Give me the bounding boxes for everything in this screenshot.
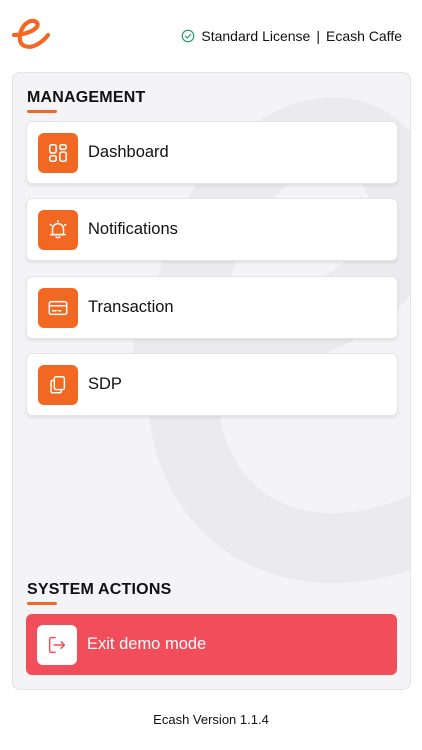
sdp-icon-box [38,364,78,405]
system-actions-section-title: SYSTEM ACTIONS [27,581,171,605]
store-name: Ecash Caffe [325,28,402,44]
exit-icon [48,636,66,653]
exit-icon-box [37,624,77,665]
menu-item-notifications[interactable]: Notifications [26,198,398,261]
management-title-text: MANAGEMENT [27,89,146,106]
menu-screen: Standard License | Ecash Caffe MANAGEMEN… [0,0,422,750]
management-title-underline [27,110,57,113]
menu-item-sdp[interactable]: SDP [26,353,398,416]
ecash-logo-icon [11,18,51,49]
notifications-icon-box [38,209,78,250]
system-actions-title-text: SYSTEM ACTIONS [27,581,172,598]
app-version: Ecash Version 1.1.4 [153,712,269,727]
dashboard-grid-icon [48,143,68,162]
copy-documents-icon [50,375,66,394]
system-actions-title-underline [27,602,57,605]
bell-icon [49,219,67,238]
transaction-icon-box [38,287,78,328]
menu-item-notifications-label: Notifications [88,220,178,238]
menu-item-transaction-label: Transaction [88,298,174,316]
menu-item-dashboard-label: Dashboard [88,143,169,161]
management-section-title: MANAGEMENT [27,89,145,113]
menu-item-transaction[interactable]: Transaction [26,276,398,339]
exit-demo-mode-label: Exit demo mode [87,635,207,653]
license-separator: | [316,28,320,44]
license-type: Standard License [201,28,311,44]
menu-panel: MANAGEMENT Dashboard Notifications Trans… [12,72,411,690]
license-info: Standard License | Ecash Caffe [181,28,402,44]
credit-card-icon [48,300,68,315]
menu-item-sdp-label: SDP [88,375,122,393]
exit-demo-mode-button[interactable]: Exit demo mode [26,614,397,675]
check-circle-icon [181,29,195,43]
menu-item-dashboard[interactable]: Dashboard [26,121,398,184]
dashboard-icon-box [38,132,78,173]
